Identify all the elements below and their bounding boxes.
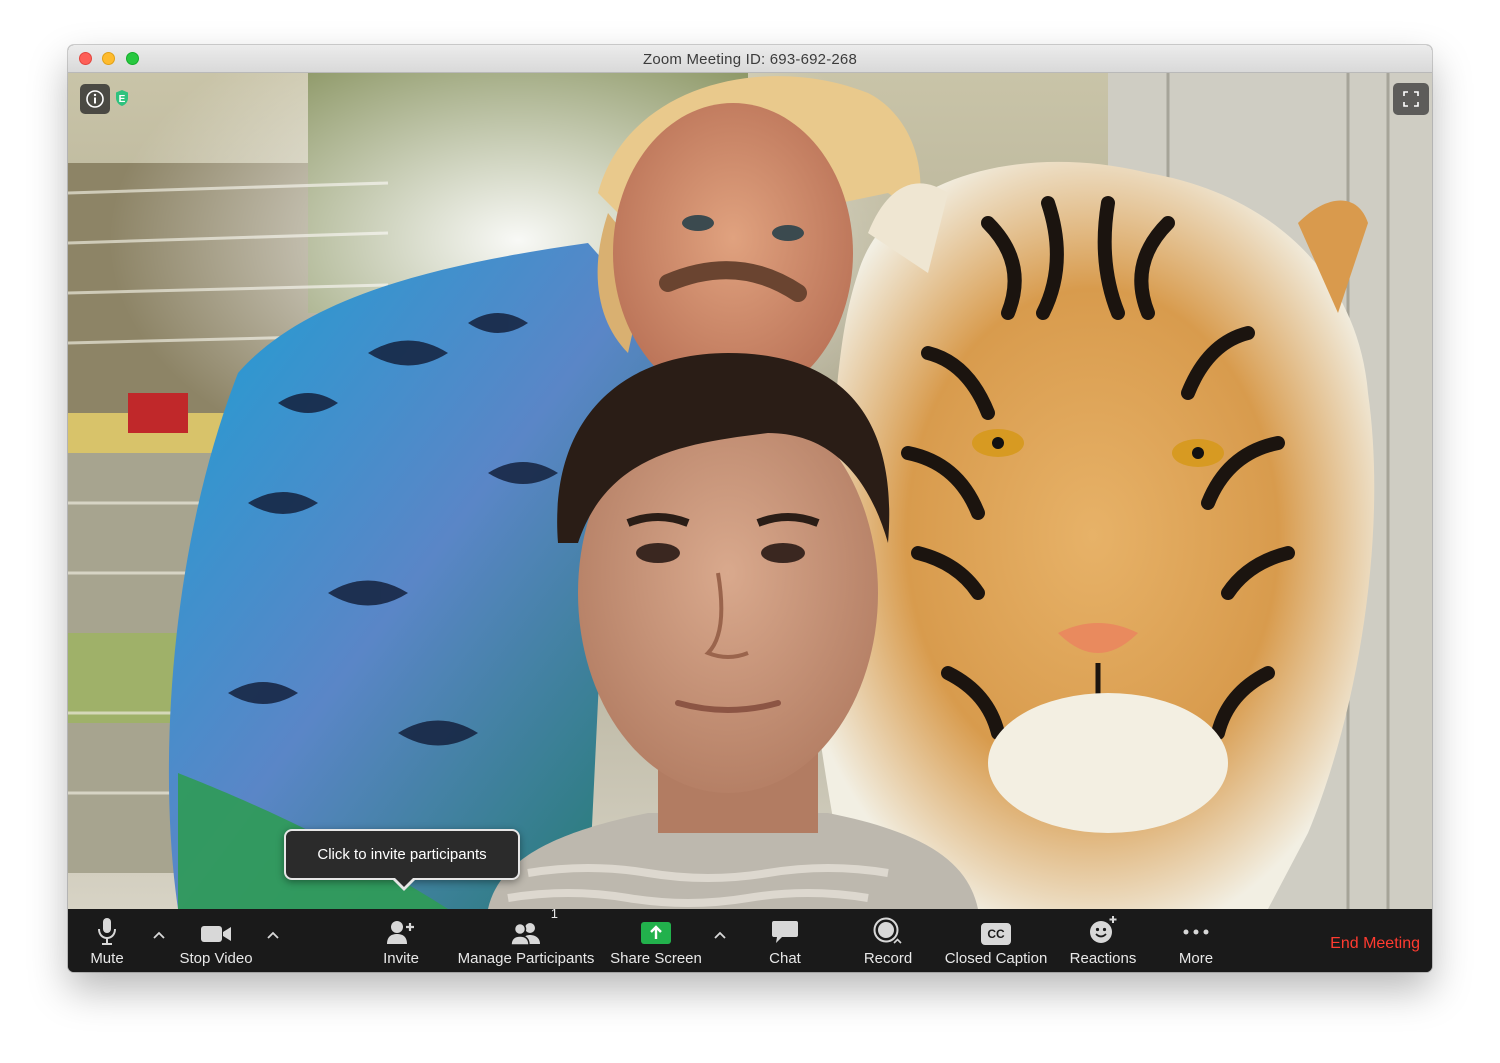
reactions-button[interactable]: Reactions: [1068, 909, 1138, 972]
audio-options-chevron-up-icon[interactable]: [150, 927, 168, 945]
closed-caption-button[interactable]: CC Closed Caption: [944, 909, 1048, 972]
chat-label: Chat: [769, 950, 801, 967]
share-options-chevron-up-icon[interactable]: [711, 927, 729, 945]
cc-icon: CC: [981, 923, 1011, 945]
stop-video-button[interactable]: Stop Video: [176, 909, 256, 972]
manage-participants-label: Manage Participants: [457, 950, 595, 967]
invite-tooltip: Click to invite participants: [284, 829, 520, 891]
video-background-scene: [68, 73, 1432, 909]
cc-icon-text: CC: [987, 927, 1005, 941]
video-camera-icon: [201, 926, 231, 942]
share-screen-label: Share Screen: [610, 950, 702, 967]
fullscreen-icon: [1403, 91, 1419, 107]
microphone-icon: [98, 918, 116, 945]
participants-icon: [510, 922, 540, 945]
share-screen-arrow-icon: [641, 922, 671, 944]
encryption-shield-icon[interactable]: E: [115, 89, 129, 107]
manage-participants-button[interactable]: 1 Manage Participants: [457, 906, 595, 972]
encryption-letter: E: [119, 94, 126, 105]
record-button[interactable]: Record: [860, 909, 916, 972]
participant-count-badge: 1: [550, 906, 558, 921]
invite-button[interactable]: Invite: [376, 909, 426, 972]
invite-label: Invite: [383, 950, 419, 967]
record-circle-icon: [873, 917, 902, 944]
mute-button[interactable]: Mute: [84, 909, 130, 972]
chat-bubble-icon: [772, 921, 798, 943]
reactions-label: Reactions: [1069, 950, 1137, 967]
video-options-chevron-up-icon[interactable]: [264, 927, 282, 945]
closed-caption-label: Closed Caption: [944, 950, 1048, 967]
chat-button[interactable]: Chat: [762, 909, 808, 972]
more-label: More: [1178, 950, 1214, 967]
more-button[interactable]: More: [1174, 909, 1218, 972]
stop-video-label: Stop Video: [179, 950, 253, 967]
smiley-plus-icon: [1090, 916, 1117, 943]
end-meeting-button[interactable]: End Meeting: [1330, 935, 1420, 953]
fullscreen-button[interactable]: [1393, 83, 1429, 115]
meeting-info-button[interactable]: [80, 84, 110, 114]
ellipsis-icon: [1183, 929, 1209, 935]
share-screen-button[interactable]: Share Screen: [610, 909, 702, 972]
title-bar[interactable]: Zoom Meeting ID: 693-692-268: [68, 45, 1432, 73]
shield-icon: E: [116, 90, 128, 106]
mute-label: Mute: [90, 950, 124, 967]
add-person-icon: [387, 921, 414, 944]
window-title: Zoom Meeting ID: 693-692-268: [642, 51, 858, 68]
record-label: Record: [863, 950, 913, 967]
meeting-toolbar: Mute Stop Video Invite 1 Manage Particip…: [68, 906, 1432, 972]
video-feed: [68, 73, 1432, 909]
info-icon: [86, 90, 104, 108]
zoom-window: Zoom Meeting ID: 693-692-268 E Click to …: [68, 45, 1432, 972]
